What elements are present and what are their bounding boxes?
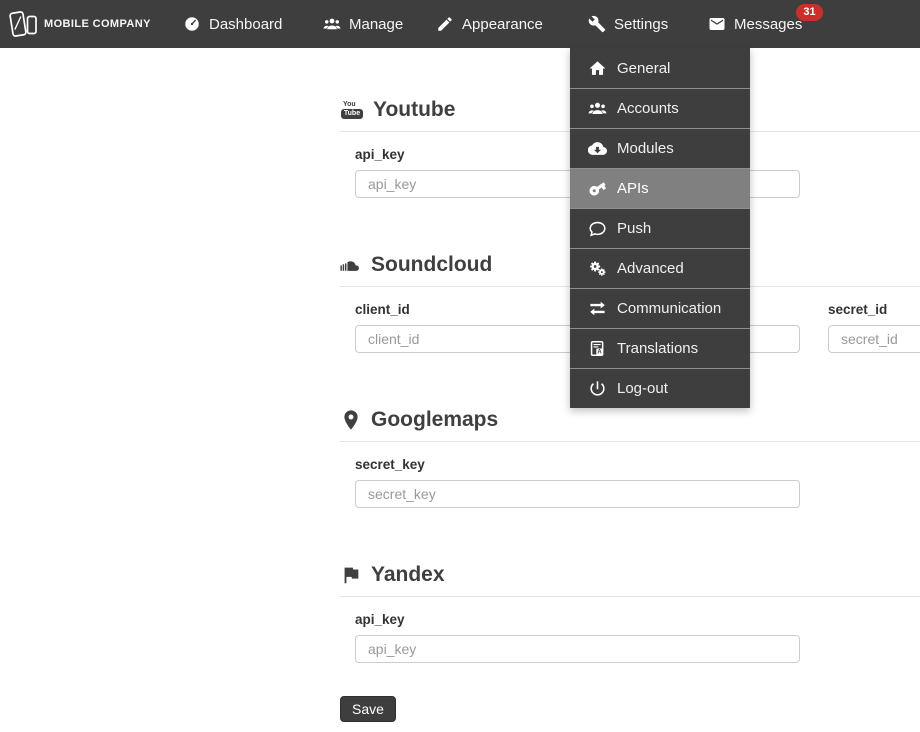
flag-icon — [340, 564, 362, 586]
brand-name: MOBILE COMPANY — [44, 18, 151, 30]
menu-item-label: Translations — [617, 340, 698, 357]
section-yandex: Yandex api_key — [340, 561, 920, 663]
menu-item-general[interactable]: General — [570, 48, 750, 88]
settings-dropdown-menu: General Accounts Modules APIs Push — [570, 48, 750, 408]
soundcloud-icon — [340, 254, 362, 276]
top-navbar: MOBILE COMPANY Dashboard Manage Appearan… — [0, 0, 920, 48]
section-title: Yandex — [340, 561, 920, 588]
field-label: secret_id — [828, 302, 920, 317]
pencil-icon — [436, 15, 454, 33]
menu-item-label: Communication — [617, 300, 721, 317]
menu-item-label: General — [617, 60, 670, 77]
menu-item-label: Modules — [617, 140, 674, 157]
svg-text:A: A — [597, 350, 602, 356]
brand-logo[interactable]: MOBILE COMPANY — [8, 0, 151, 48]
section-title-text: Youtube — [373, 98, 455, 122]
save-button[interactable]: Save — [340, 696, 396, 722]
nav-item-label: Dashboard — [209, 16, 282, 33]
translations-icon: A — [588, 339, 607, 358]
menu-item-label: Push — [617, 220, 651, 237]
googlemaps-secret-key-input[interactable] — [355, 480, 800, 508]
section-title: Googlemaps — [340, 406, 920, 433]
key-icon — [588, 179, 607, 198]
menu-item-push[interactable]: Push — [570, 208, 750, 248]
map-marker-icon — [340, 409, 362, 431]
soundcloud-secret-id-input[interactable] — [828, 325, 920, 353]
exchange-icon — [588, 299, 607, 318]
nav-item-dashboard[interactable]: Dashboard — [183, 0, 282, 48]
gears-icon — [588, 259, 607, 278]
nav-item-label: Manage — [349, 16, 403, 33]
menu-item-modules[interactable]: Modules — [570, 128, 750, 168]
section-title-text: Soundcloud — [371, 253, 492, 277]
comment-icon — [588, 219, 607, 238]
nav-item-appearance[interactable]: Appearance — [436, 0, 543, 48]
nav-item-label: Messages — [734, 16, 802, 33]
nav-item-settings[interactable]: Settings — [588, 0, 668, 48]
messages-count-badge: 31 — [796, 4, 822, 21]
envelope-icon — [708, 15, 726, 33]
menu-item-label: Advanced — [617, 260, 684, 277]
mobile-phones-icon — [8, 8, 38, 40]
field-secret-key: secret_key — [355, 442, 800, 508]
power-icon — [588, 379, 607, 398]
field-secret-id: secret_id — [828, 287, 920, 353]
youtube-icon: You Tube — [340, 101, 364, 119]
dashboard-icon — [183, 15, 201, 33]
field-label: api_key — [355, 612, 800, 627]
menu-item-label: Log-out — [617, 380, 668, 397]
field-api-key: api_key — [355, 597, 800, 663]
menu-item-label: APIs — [617, 180, 649, 197]
nav-item-label: Settings — [614, 16, 668, 33]
cloud-download-icon — [588, 139, 607, 158]
menu-item-accounts[interactable]: Accounts — [570, 88, 750, 128]
field-label: secret_key — [355, 457, 800, 472]
section-title-text: Googlemaps — [371, 408, 498, 432]
wrench-icon — [588, 15, 606, 33]
menu-item-label: Accounts — [617, 100, 679, 117]
yandex-api-key-input[interactable] — [355, 635, 800, 663]
nav-item-label: Appearance — [462, 16, 543, 33]
users-icon — [588, 99, 607, 118]
nav-item-manage[interactable]: Manage — [323, 0, 403, 48]
nav-item-messages[interactable]: Messages 31 — [708, 0, 802, 48]
menu-item-communication[interactable]: Communication — [570, 288, 750, 328]
menu-item-advanced[interactable]: Advanced — [570, 248, 750, 288]
menu-item-apis[interactable]: APIs — [570, 168, 750, 208]
menu-item-translations[interactable]: A Translations — [570, 328, 750, 368]
menu-item-logout[interactable]: Log-out — [570, 368, 750, 408]
section-googlemaps: Googlemaps secret_key — [340, 406, 920, 508]
section-title-text: Yandex — [371, 563, 445, 587]
home-icon — [588, 59, 607, 78]
users-icon — [323, 15, 341, 33]
